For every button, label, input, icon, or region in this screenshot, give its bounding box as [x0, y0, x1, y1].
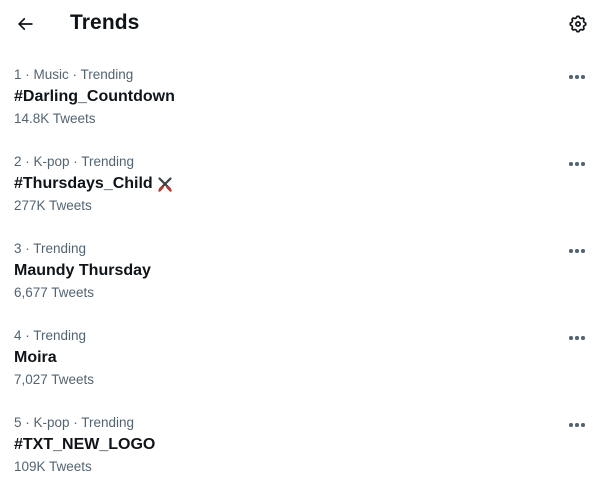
trend-tweet-count: 14.8K Tweets	[14, 111, 96, 126]
more-options-button[interactable]	[566, 155, 588, 173]
trend-name: Moira	[14, 349, 57, 367]
more-options-button[interactable]	[566, 416, 588, 434]
more-dots-icon	[569, 423, 585, 427]
trend-tweet-count: 277K Tweets	[14, 198, 92, 213]
trend-tweet-count: 7,027 Tweets	[14, 372, 95, 387]
trend-name: #TXT_NEW_LOGO	[14, 436, 155, 454]
page-title: Trends	[70, 11, 140, 34]
trend-item[interactable]: 3 · Trending Maundy Thursday 6,677 Tweet…	[0, 228, 600, 315]
trend-meta: 5 · K-pop · Trending	[14, 415, 135, 430]
trend-item[interactable]: 4 · Trending Moira 7,027 Tweets	[0, 315, 600, 402]
trend-name-text: Moira	[14, 349, 57, 366]
back-button[interactable]	[10, 9, 40, 39]
more-options-button[interactable]	[566, 68, 588, 86]
gear-icon	[569, 15, 587, 33]
trend-name: #Thursdays_Child	[14, 175, 173, 193]
crossed-swords-icon	[158, 177, 172, 192]
trend-tweet-count: 109K Tweets	[14, 459, 92, 474]
trend-name-text: #Darling_Countdown	[14, 88, 175, 105]
trend-name: Maundy Thursday	[14, 262, 151, 280]
more-options-button[interactable]	[566, 242, 588, 260]
arrow-left-icon	[17, 17, 33, 31]
trend-item[interactable]: 2 · K-pop · Trending #Thursdays_Child 27…	[0, 141, 600, 228]
trends-list: 1 · Music · Trending #Darling_Countdown …	[0, 54, 600, 489]
trend-item[interactable]: 5 · K-pop · Trending #TXT_NEW_LOGO 109K …	[0, 402, 600, 489]
trend-tweet-count: 6,677 Tweets	[14, 285, 95, 300]
trend-meta: 2 · K-pop · Trending	[14, 154, 135, 169]
trend-meta: 4 · Trending	[14, 328, 87, 343]
trend-name-text: Maundy Thursday	[14, 262, 151, 279]
more-dots-icon	[569, 249, 585, 253]
trend-item[interactable]: 1 · Music · Trending #Darling_Countdown …	[0, 54, 600, 141]
more-dots-icon	[569, 75, 585, 79]
trend-meta: 3 · Trending	[14, 241, 87, 256]
trend-meta: 1 · Music · Trending	[14, 67, 134, 82]
more-dots-icon	[569, 162, 585, 166]
trend-name: #Darling_Countdown	[14, 88, 175, 106]
more-options-button[interactable]	[566, 329, 588, 347]
more-dots-icon	[569, 336, 585, 340]
trend-name-text: #TXT_NEW_LOGO	[14, 436, 156, 453]
trend-name-text: #Thursdays_Child	[14, 175, 153, 192]
trends-header: Trends	[0, 0, 600, 50]
settings-button[interactable]	[564, 10, 592, 38]
